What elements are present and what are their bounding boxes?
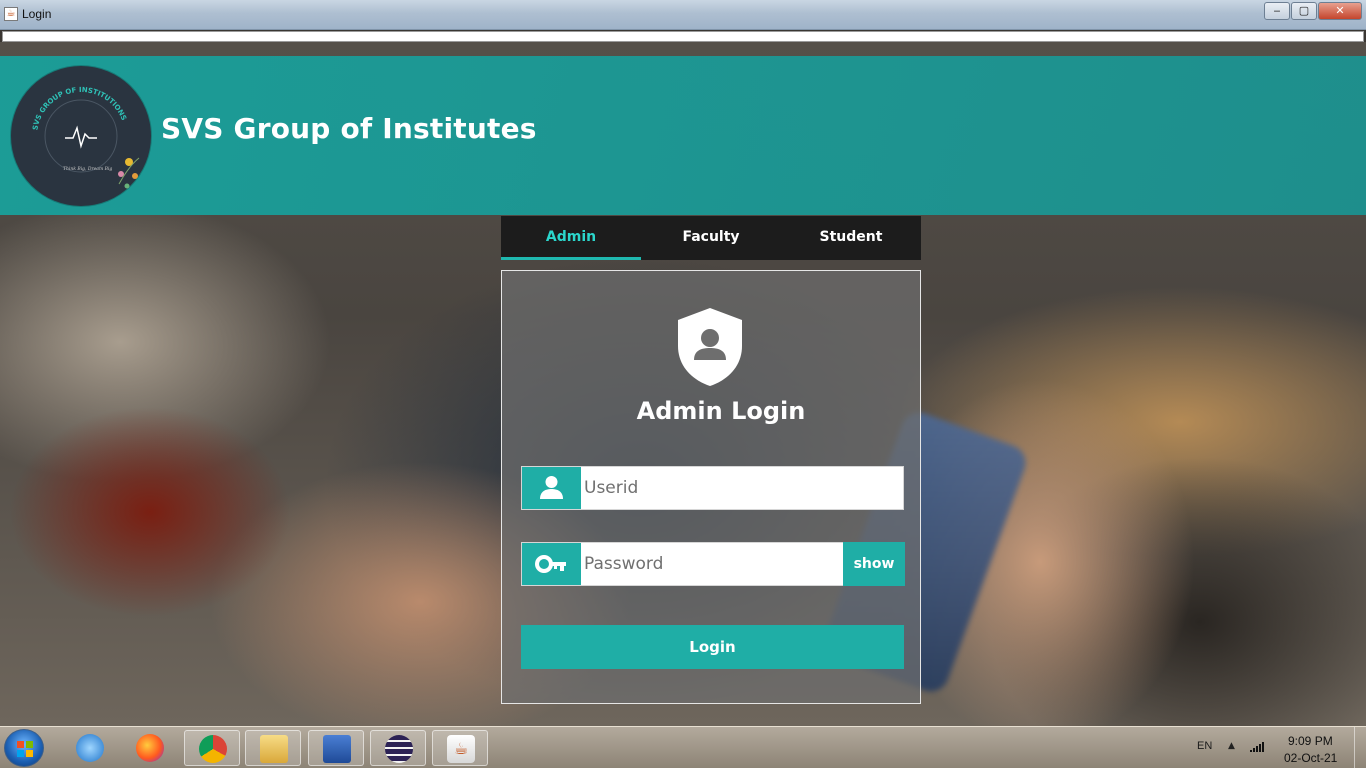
userid-field — [521, 466, 904, 510]
key-icon — [522, 543, 581, 585]
taskbar-chrome[interactable] — [184, 730, 240, 766]
minimize-button[interactable]: ‒ — [1264, 2, 1290, 20]
show-password-button[interactable]: show — [843, 542, 905, 586]
start-button[interactable] — [4, 729, 44, 767]
taskbar-firefox[interactable] — [122, 730, 178, 766]
login-button[interactable]: Login — [521, 625, 904, 669]
window-title: Login — [22, 7, 52, 21]
tab-student[interactable]: Student — [781, 216, 921, 260]
password-field: show — [521, 542, 905, 586]
internet-explorer-icon — [76, 734, 104, 762]
password-input[interactable] — [584, 543, 842, 585]
taskbar-eclipse[interactable] — [370, 730, 426, 766]
menu-bar — [2, 31, 1364, 42]
chrome-icon — [199, 735, 227, 763]
firefox-icon — [136, 734, 164, 762]
taskbar-internet-explorer[interactable] — [62, 730, 118, 766]
word-icon — [323, 735, 351, 763]
logo-tagline: Think Big, Dream Big — [63, 166, 112, 172]
admin-shield-icon — [678, 308, 742, 386]
user-icon — [522, 467, 581, 509]
clock-date[interactable]: 02-Oct-21 — [1284, 751, 1337, 765]
clock-time[interactable]: 9:09 PM — [1288, 734, 1333, 748]
eclipse-icon — [385, 735, 413, 763]
maximize-button[interactable]: ▢ — [1291, 2, 1317, 20]
taskbar-word[interactable] — [308, 730, 364, 766]
java-icon: ☕ — [447, 735, 475, 763]
userid-input[interactable] — [584, 467, 902, 509]
close-button[interactable]: ✕ — [1318, 2, 1362, 20]
logo-graphic: SVS GROUP OF INSTITUTIONS Think Big, Dre… — [31, 86, 140, 189]
tab-admin[interactable]: Admin — [501, 216, 641, 260]
institute-name: SVS Group of Institutes — [161, 112, 537, 145]
institute-logo: SVS GROUP OF INSTITUTIONS Think Big, Dre… — [11, 66, 151, 206]
tab-faculty[interactable]: Faculty — [641, 216, 781, 260]
show-desktop-button[interactable] — [1354, 727, 1366, 768]
role-tabs: Admin Faculty Student — [501, 216, 921, 260]
file-explorer-icon — [260, 735, 288, 763]
taskbar-java[interactable]: ☕ — [432, 730, 488, 766]
language-indicator[interactable]: EN — [1197, 740, 1212, 752]
window-titlebar: ☕ Login ‒ ▢ ✕ — [0, 0, 1366, 30]
network-signal-icon[interactable] — [1250, 742, 1264, 752]
windows-logo-icon — [17, 741, 33, 757]
login-title: Admin Login — [636, 397, 806, 425]
java-app-icon: ☕ — [4, 7, 18, 21]
taskbar-file-explorer[interactable] — [245, 730, 301, 766]
taskbar: ☕ EN ▲ 9:09 PM 02-Oct-21 — [0, 726, 1366, 768]
tray-expand-icon[interactable]: ▲ — [1228, 741, 1235, 751]
logo-ring-text: SVS GROUP OF INSTITUTIONS — [31, 86, 128, 131]
